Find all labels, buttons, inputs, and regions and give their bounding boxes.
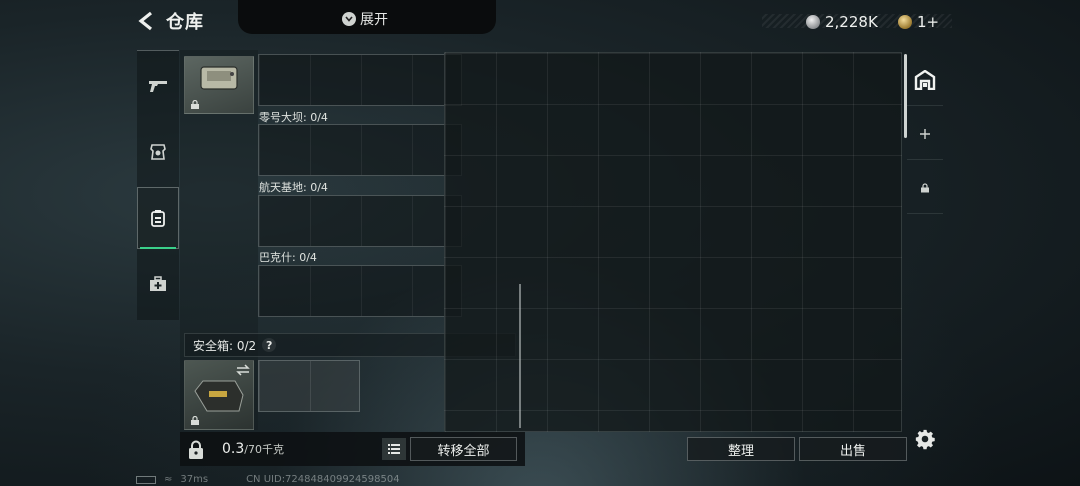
left-panel-scrollbar[interactable] <box>519 284 521 428</box>
container-label-dam: 零号大坝: 0/4 <box>259 111 328 124</box>
storage-grid[interactable] <box>444 52 902 432</box>
battery-icon <box>136 475 156 484</box>
equipped-bag-item[interactable] <box>184 56 254 114</box>
transfer-all-button[interactable]: 转移全部 <box>410 437 517 461</box>
container-label-bakhsh: 巴克什: 0/4 <box>259 251 317 264</box>
backpack-icon <box>151 210 165 227</box>
gear-icon[interactable] <box>914 428 936 450</box>
add-tab-button[interactable] <box>907 108 943 160</box>
silver-coin-icon <box>806 15 820 29</box>
container-slot-1[interactable] <box>258 54 462 106</box>
tab-locked[interactable] <box>907 162 943 214</box>
lock-icon <box>191 100 199 109</box>
currency-gold[interactable]: 1+ <box>898 13 939 31</box>
lock-icon <box>191 416 199 425</box>
category-nav <box>137 50 179 320</box>
safe-box-label: 安全箱: 0/2 <box>193 338 257 353</box>
silver-amount: 2,228K <box>825 13 878 31</box>
medkit-icon <box>150 276 166 291</box>
swap-icon[interactable] <box>236 364 250 376</box>
list-view-button[interactable] <box>382 438 406 460</box>
currency-silver[interactable]: 2,228K <box>806 13 878 31</box>
sell-button[interactable]: 出售 <box>799 437 907 461</box>
armor-icon <box>150 144 166 160</box>
gold-coin-icon <box>898 15 912 29</box>
sort-button[interactable]: 整理 <box>687 437 795 461</box>
chevron-down-icon <box>342 12 356 26</box>
tab-warehouse[interactable] <box>907 54 943 106</box>
weight-readout: 0.3/70千克 <box>222 441 284 457</box>
wifi-icon: ≈ <box>164 474 173 485</box>
storage-tabs <box>907 54 943 234</box>
container-slot-space-base[interactable] <box>258 195 462 247</box>
container-slot-dam[interactable] <box>258 124 462 176</box>
nav-item-weapons[interactable] <box>137 55 179 117</box>
help-icon[interactable]: ? <box>262 338 277 352</box>
nav-item-backpack[interactable] <box>137 187 179 249</box>
container-slot-bakhsh[interactable] <box>258 265 462 317</box>
safe-box-grid[interactable] <box>258 360 360 412</box>
gold-amount: 1+ <box>917 13 940 31</box>
weight-value: 0.3 <box>222 441 245 457</box>
warehouse-icon <box>914 69 936 90</box>
nav-item-armor[interactable] <box>137 121 179 183</box>
gun-icon <box>149 81 167 92</box>
weight-max: /70千克 <box>244 443 284 456</box>
container-label-space-base: 航天基地: 0/4 <box>259 181 328 194</box>
plus-icon <box>920 128 930 139</box>
lock-icon <box>921 182 929 192</box>
nav-item-medical[interactable] <box>137 253 179 315</box>
list-icon <box>388 444 400 454</box>
status-footer: ≈ 37ms CN UID:724848409924598504 <box>136 474 400 485</box>
uid-readout: CN UID:724848409924598504 <box>246 474 400 485</box>
page-title: 仓库 <box>166 12 204 33</box>
weight-lock-icon[interactable] <box>186 440 206 460</box>
ping-readout: 37ms <box>180 474 209 485</box>
back-arrow-icon[interactable] <box>136 10 158 32</box>
expand-label: 展开 <box>360 12 388 28</box>
expand-button[interactable]: 展开 <box>342 9 388 29</box>
